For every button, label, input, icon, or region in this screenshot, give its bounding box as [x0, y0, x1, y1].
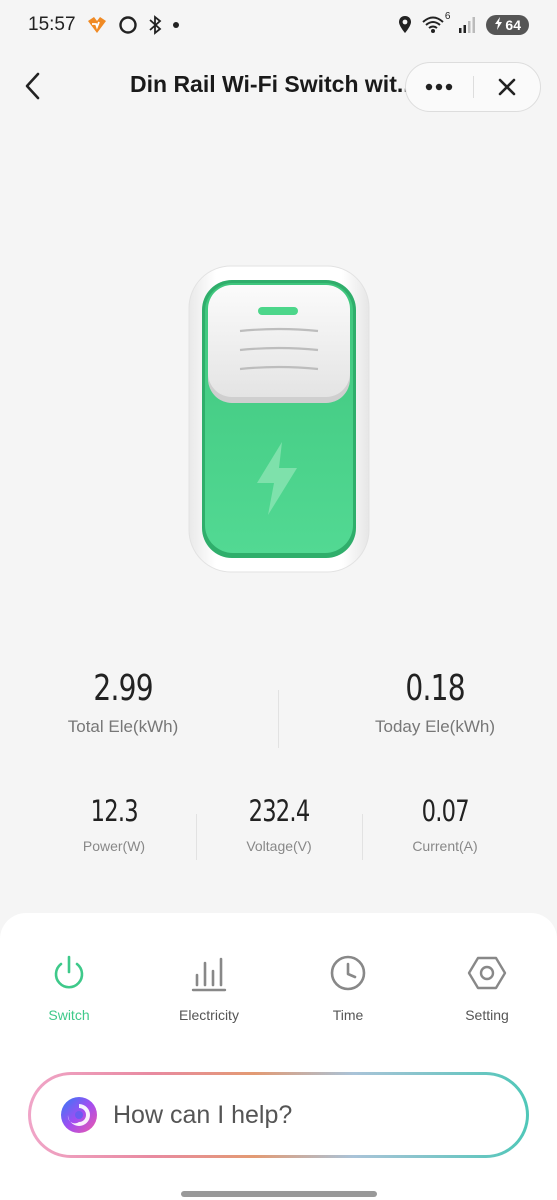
- bottom-panel: Switch Electricity Time Setting How can …: [0, 913, 557, 1200]
- today-ele-label: Today Ele(kWh): [375, 717, 495, 736]
- battery-level: 64: [505, 17, 521, 33]
- chevron-left-icon: [25, 72, 40, 100]
- more-button[interactable]: [406, 63, 473, 111]
- signal-icon: [458, 16, 476, 34]
- status-bar: 15:57 6 64: [0, 0, 557, 50]
- page-title: Din Rail Wi-Fi Switch wit...: [130, 71, 417, 97]
- ring-app-icon: [118, 15, 138, 35]
- total-ele-value: 2.99: [93, 668, 153, 709]
- back-button[interactable]: [18, 70, 48, 102]
- stat-divider: [196, 814, 197, 860]
- bluetooth-icon: [148, 15, 162, 35]
- tab-setting[interactable]: Setting: [432, 953, 542, 1023]
- tab-time[interactable]: Time: [293, 953, 403, 1023]
- mini-program-capsule: [405, 62, 541, 112]
- assistant-input[interactable]: How can I help?: [28, 1072, 529, 1158]
- current-stat: 0.07 Current(A): [385, 794, 505, 854]
- stat-divider: [362, 814, 363, 860]
- wifi-badge: 6: [444, 11, 451, 22]
- battery-indicator: 64: [486, 15, 529, 35]
- notification-dot-icon: [172, 21, 180, 29]
- tab-setting-label: Setting: [465, 1007, 509, 1023]
- total-ele-label: Total Ele(kWh): [67, 717, 179, 736]
- tab-electricity[interactable]: Electricity: [154, 953, 264, 1023]
- tab-electricity-label: Electricity: [179, 1007, 239, 1023]
- more-dots-icon: [426, 83, 453, 91]
- heart-app-icon: [86, 16, 108, 34]
- status-left: 15:57: [28, 14, 180, 36]
- status-time: 15:57: [28, 14, 76, 35]
- tab-switch[interactable]: Switch: [14, 953, 124, 1023]
- clock-icon: [330, 955, 366, 991]
- tab-switch-label: Switch: [48, 1007, 90, 1023]
- status-right: 6 64: [398, 11, 529, 35]
- stat-divider: [278, 690, 279, 748]
- voltage-stat: 232.4 Voltage(V): [219, 794, 339, 854]
- power-icon: [54, 955, 84, 989]
- power-label: Power(W): [82, 838, 146, 854]
- today-ele-stat: 0.18 Today Ele(kWh): [340, 668, 530, 737]
- power-value: 12.3: [90, 794, 138, 828]
- tab-time-label: Time: [332, 1007, 364, 1023]
- close-button[interactable]: [474, 63, 541, 111]
- assistant-logo-icon: [61, 1097, 97, 1133]
- device-switch-illustration[interactable]: [188, 265, 370, 573]
- assistant-placeholder: How can I help?: [113, 1100, 293, 1129]
- home-indicator[interactable]: [181, 1191, 377, 1197]
- total-ele-stat: 2.99 Total Ele(kWh): [28, 668, 218, 737]
- today-ele-value: 0.18: [405, 668, 465, 709]
- location-icon: [398, 15, 412, 35]
- hex-nut-icon: [467, 956, 507, 990]
- current-label: Current(A): [412, 838, 478, 854]
- current-value: 0.07: [421, 794, 469, 828]
- bar-chart-icon: [191, 957, 227, 992]
- voltage-label: Voltage(V): [246, 838, 312, 854]
- power-stat: 12.3 Power(W): [54, 794, 174, 854]
- charging-icon: [494, 17, 503, 33]
- close-icon: [498, 78, 516, 96]
- wifi-icon: 6: [422, 11, 450, 35]
- header: Din Rail Wi-Fi Switch wit...: [0, 58, 557, 114]
- voltage-value: 232.4: [248, 794, 311, 828]
